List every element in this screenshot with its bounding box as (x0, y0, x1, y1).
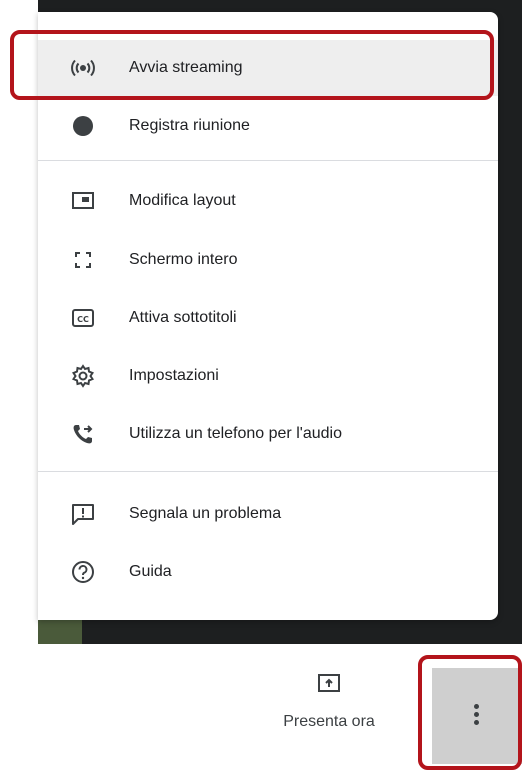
menu-divider (38, 160, 498, 161)
present-screen-icon (314, 672, 344, 703)
record-dot-icon (68, 111, 98, 141)
present-now-button[interactable]: Presenta ora (264, 672, 394, 742)
menu-item-help[interactable]: Guida (38, 544, 498, 600)
present-now-label: Presenta ora (283, 713, 375, 730)
menu-item-phone-audio[interactable]: Utilizza un telefono per l'audio (38, 406, 498, 462)
menu-item-label: Guida (129, 563, 172, 580)
menu-item-label: Segnala un problema (129, 505, 282, 522)
menu-item-change-layout[interactable]: Modifica layout (38, 173, 498, 229)
feedback-icon (68, 499, 98, 529)
highlight-box-more-options (418, 655, 522, 770)
menu-item-fullscreen[interactable]: Schermo intero (38, 232, 498, 288)
menu-divider (38, 471, 498, 472)
gear-icon (68, 361, 98, 391)
menu-item-report-problem[interactable]: Segnala un problema (38, 486, 498, 542)
menu-item-label: Registra riunione (129, 117, 250, 134)
menu-item-label: Utilizza un telefono per l'audio (129, 425, 342, 442)
more-options-menu: Avvia streaming Registra riunione Modifi… (38, 12, 498, 620)
layout-icon (68, 186, 98, 216)
menu-item-captions[interactable]: CC Attiva sottotitoli (38, 290, 498, 346)
menu-item-label: Impostazioni (129, 367, 219, 384)
menu-item-label: Attiva sottotitoli (129, 309, 237, 326)
menu-item-label: Schermo intero (129, 251, 238, 268)
video-tile-edge (38, 616, 82, 644)
svg-text:CC: CC (77, 315, 89, 324)
menu-item-label: Modifica layout (129, 192, 236, 209)
help-icon (68, 557, 98, 587)
menu-item-settings[interactable]: Impostazioni (38, 348, 498, 404)
phone-forward-icon (68, 419, 98, 449)
closed-captions-icon: CC (68, 303, 98, 333)
fullscreen-icon (68, 245, 98, 275)
menu-item-record-meeting[interactable]: Registra riunione (38, 98, 498, 154)
highlight-box-streaming (10, 30, 494, 100)
